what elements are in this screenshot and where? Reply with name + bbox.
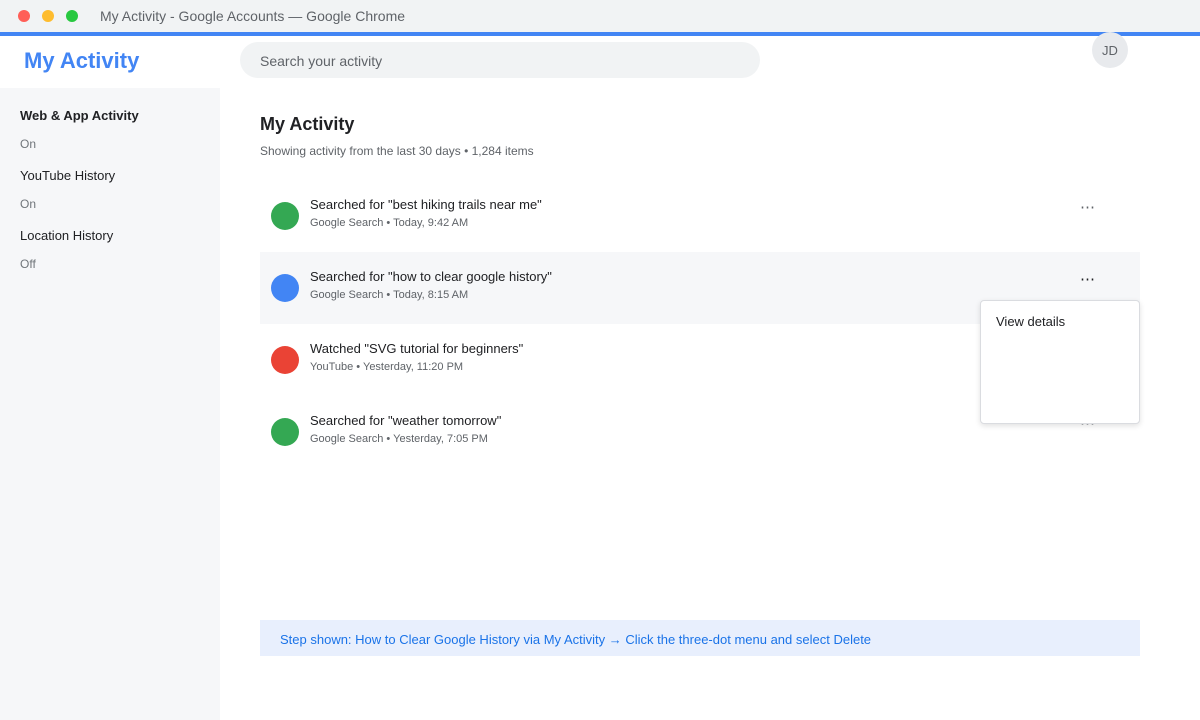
page-title: My Activity bbox=[260, 114, 355, 134]
more-options-icon[interactable]: ⋯ bbox=[1078, 198, 1098, 218]
sidebar-item-youtube-history[interactable]: YouTube History bbox=[20, 168, 115, 183]
more-options-icon[interactable]: ⋯ bbox=[1078, 270, 1098, 290]
sidebar-item-youtube-history-state: On bbox=[20, 197, 37, 211]
search-placeholder: Search your activity bbox=[260, 53, 383, 69]
app-title[interactable]: My Activity bbox=[24, 48, 139, 74]
activity-title: Searched for "how to clear google histor… bbox=[310, 269, 552, 284]
search-input[interactable]: Search your activity bbox=[240, 42, 760, 78]
google-search-icon bbox=[271, 274, 299, 302]
activity-title: Searched for "best hiking trails near me… bbox=[310, 197, 542, 212]
sidebar: My Activity Web & App Activity On YouTub… bbox=[0, 36, 220, 720]
activity-title: Watched "SVG tutorial for beginners" bbox=[310, 341, 524, 356]
google-search-icon bbox=[271, 202, 299, 230]
avatar-initials: JD bbox=[1102, 43, 1118, 58]
item-options-menu: View details bbox=[980, 300, 1140, 424]
avatar[interactable]: JD bbox=[1092, 32, 1128, 68]
sidebar-item-web-app-activity[interactable]: Web & App Activity bbox=[20, 108, 139, 123]
instruction-text: Step shown: How to Clear Google History … bbox=[280, 632, 872, 647]
sidebar-item-location-history[interactable]: Location History bbox=[20, 228, 113, 243]
activity-title: Searched for "weather tomorrow" bbox=[310, 413, 502, 428]
activity-meta: Google Search • Today, 8:15 AM bbox=[310, 289, 469, 301]
activity-meta: Google Search • Yesterday, 7:05 PM bbox=[310, 433, 488, 445]
maximize-window-button[interactable] bbox=[66, 10, 78, 22]
page-subtitle: Showing activity from the last 30 days •… bbox=[260, 144, 534, 158]
activity-item[interactable]: Searched for "best hiking trails near me… bbox=[260, 180, 1140, 252]
sidebar-item-location-history-state: Off bbox=[20, 257, 36, 271]
minimize-window-button[interactable] bbox=[42, 10, 54, 22]
menu-item-view-details[interactable]: View details bbox=[996, 314, 1065, 329]
browser-titlebar: My Activity - Google Accounts — Google C… bbox=[0, 0, 1200, 32]
brand-area: My Activity bbox=[0, 36, 220, 88]
activity-meta: YouTube • Yesterday, 11:20 PM bbox=[310, 361, 464, 373]
youtube-icon bbox=[271, 346, 299, 374]
sidebar-item-web-app-activity-state: On bbox=[20, 137, 37, 151]
window-title: My Activity - Google Accounts — Google C… bbox=[100, 8, 406, 24]
close-window-button[interactable] bbox=[18, 10, 30, 22]
google-search-icon bbox=[271, 418, 299, 446]
activity-meta: Google Search • Today, 9:42 AM bbox=[310, 217, 469, 229]
instruction-banner: Step shown: How to Clear Google History … bbox=[260, 620, 1140, 656]
